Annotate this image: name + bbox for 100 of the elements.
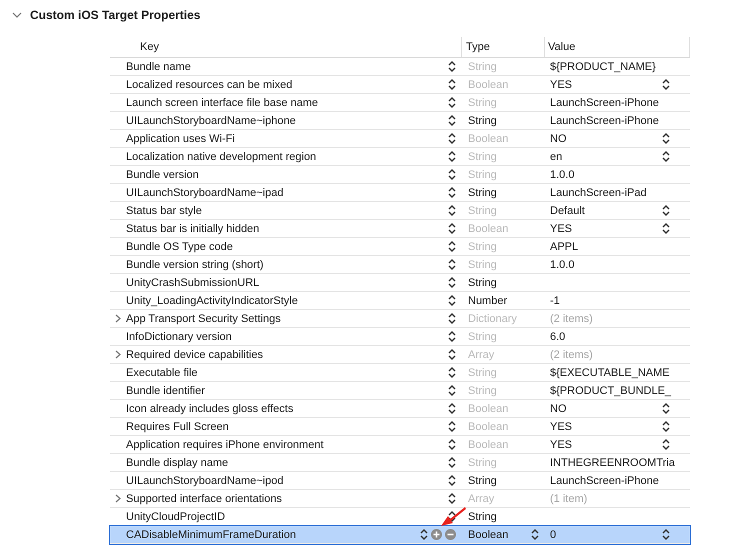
- stepper-icon[interactable]: [662, 133, 670, 144]
- type-text: Boolean: [468, 78, 508, 90]
- stepper-icon[interactable]: [662, 223, 670, 234]
- property-row[interactable]: Application uses Wi-Fi Boolean NO: [110, 130, 690, 148]
- stepper-icon[interactable]: [662, 439, 670, 450]
- column-header[interactable]: Value: [545, 37, 690, 57]
- type-text: Number: [468, 294, 508, 306]
- property-row[interactable]: UILaunchStoryboardName~iphone String LaunchScreen-iPhone: [110, 112, 690, 130]
- value-text: YES: [550, 420, 572, 432]
- stepper-icon[interactable]: [448, 97, 456, 108]
- type-text: String: [468, 510, 497, 522]
- stepper-icon[interactable]: [448, 493, 456, 504]
- property-row[interactable]: Bundle display name String INTHEGREENROOMTria: [110, 454, 690, 472]
- value-text: 6.0: [550, 330, 566, 342]
- value-text: ${EXECUTABLE_NAME: [550, 366, 670, 378]
- key-text: Status bar style: [126, 204, 203, 216]
- key-text: Bundle version: [126, 168, 200, 180]
- key-text: Bundle name: [126, 60, 192, 72]
- column-header[interactable]: Key: [110, 37, 462, 57]
- key-text: Bundle version string (short): [126, 258, 265, 270]
- property-row[interactable]: Status bar style String Default: [110, 202, 690, 220]
- chevron-right-icon[interactable]: [115, 350, 121, 359]
- property-row[interactable]: Bundle version String 1.0.0: [110, 166, 690, 184]
- type-text: String: [468, 366, 497, 378]
- chevron-right-icon[interactable]: [115, 494, 121, 503]
- stepper-icon[interactable]: [448, 151, 456, 162]
- stepper-icon[interactable]: [662, 421, 670, 432]
- type-text: Boolean: [468, 528, 508, 540]
- stepper-icon[interactable]: [448, 223, 456, 234]
- chevron-right-icon[interactable]: [115, 314, 121, 323]
- value-text: YES: [550, 438, 572, 450]
- stepper-icon[interactable]: [531, 529, 539, 540]
- property-row[interactable]: UILaunchStoryboardName~ipad String LaunchScreen-iPad: [110, 184, 690, 202]
- minus-icon: [447, 531, 454, 538]
- property-row[interactable]: Unity_LoadingActivityIndicatorStyle Number -1: [110, 292, 690, 310]
- chevron-down-icon[interactable]: [12, 12, 22, 18]
- stepper-icon[interactable]: [448, 403, 456, 414]
- stepper-icon[interactable]: [448, 277, 456, 288]
- stepper-icon[interactable]: [662, 79, 670, 90]
- column-header[interactable]: Type: [462, 37, 545, 57]
- property-row[interactable]: Launch screen interface file base name String LaunchScreen-iPhone: [110, 94, 690, 112]
- type-text: String: [468, 330, 497, 342]
- key-text: Executable file: [126, 366, 199, 378]
- value-text: Default: [550, 204, 585, 216]
- property-row[interactable]: Localized resources can be mixed Boolean YES: [110, 76, 690, 94]
- stepper-icon[interactable]: [448, 475, 456, 486]
- stepper-icon[interactable]: [448, 169, 456, 180]
- type-text: String: [468, 258, 497, 270]
- stepper-icon[interactable]: [448, 457, 456, 468]
- property-row[interactable]: Bundle identifier String ${PRODUCT_BUNDLE_: [110, 382, 690, 400]
- stepper-icon[interactable]: [662, 403, 670, 414]
- stepper-icon[interactable]: [420, 529, 428, 540]
- property-row[interactable]: Executable file String ${EXECUTABLE_NAME: [110, 364, 690, 382]
- stepper-icon[interactable]: [448, 349, 456, 360]
- property-row[interactable]: UILaunchStoryboardName~ipod String LaunchScreen-iPhone: [110, 472, 690, 490]
- value-text: NO: [550, 132, 566, 144]
- stepper-icon[interactable]: [448, 133, 456, 144]
- key-text: Icon already includes gloss effects: [126, 402, 294, 414]
- stepper-icon[interactable]: [448, 241, 456, 252]
- type-text: Boolean: [468, 222, 508, 234]
- property-row[interactable]: Icon already includes gloss effects Boolean NO: [110, 400, 690, 418]
- type-text: String: [468, 114, 497, 126]
- property-row[interactable]: Supported interface orientations Array (1 item): [110, 490, 690, 508]
- property-row[interactable]: InfoDictionary version String 6.0: [110, 328, 690, 346]
- stepper-icon[interactable]: [448, 511, 456, 522]
- property-row[interactable]: Status bar is initially hidden Boolean YES: [110, 220, 690, 238]
- property-row[interactable]: Bundle version string (short) String 1.0.0: [110, 256, 690, 274]
- stepper-icon[interactable]: [662, 151, 670, 162]
- key-text: App Transport Security Settings: [126, 312, 282, 324]
- property-row[interactable]: CADisableMinimumFrameDuration Boolean 0: [110, 526, 690, 544]
- remove-button[interactable]: [445, 529, 456, 540]
- stepper-icon[interactable]: [662, 529, 670, 540]
- type-text: String: [468, 474, 497, 486]
- stepper-icon[interactable]: [448, 259, 456, 270]
- property-row[interactable]: UnityCrashSubmissionURL String: [110, 274, 690, 292]
- stepper-icon[interactable]: [448, 439, 456, 450]
- key-text: Status bar is initially hidden: [126, 222, 260, 234]
- type-text: String: [468, 60, 497, 72]
- stepper-icon[interactable]: [662, 205, 670, 216]
- stepper-icon[interactable]: [448, 313, 456, 324]
- property-row[interactable]: Application requires iPhone environment Boolean YES: [110, 436, 690, 454]
- property-row[interactable]: Localization native development region String en: [110, 148, 690, 166]
- stepper-icon[interactable]: [448, 295, 456, 306]
- property-row[interactable]: Bundle OS Type code String APPL: [110, 238, 690, 256]
- type-text: Boolean: [468, 420, 508, 432]
- stepper-icon[interactable]: [448, 421, 456, 432]
- property-row[interactable]: App Transport Security Settings Dictionary (2 items): [110, 310, 690, 328]
- value-text: ${PRODUCT_NAME}: [550, 60, 656, 72]
- stepper-icon[interactable]: [448, 187, 456, 198]
- stepper-icon[interactable]: [448, 115, 456, 126]
- stepper-icon[interactable]: [448, 331, 456, 342]
- stepper-icon[interactable]: [448, 79, 456, 90]
- property-row[interactable]: Bundle name String ${PRODUCT_NAME}: [110, 58, 690, 76]
- stepper-icon[interactable]: [448, 367, 456, 378]
- property-row[interactable]: Required device capabilities Array (2 items): [110, 346, 690, 364]
- property-row[interactable]: Requires Full Screen Boolean YES: [110, 418, 690, 436]
- stepper-icon[interactable]: [448, 61, 456, 72]
- key-text: Application uses Wi-Fi: [126, 132, 236, 144]
- stepper-icon[interactable]: [448, 205, 456, 216]
- stepper-icon[interactable]: [448, 385, 456, 396]
